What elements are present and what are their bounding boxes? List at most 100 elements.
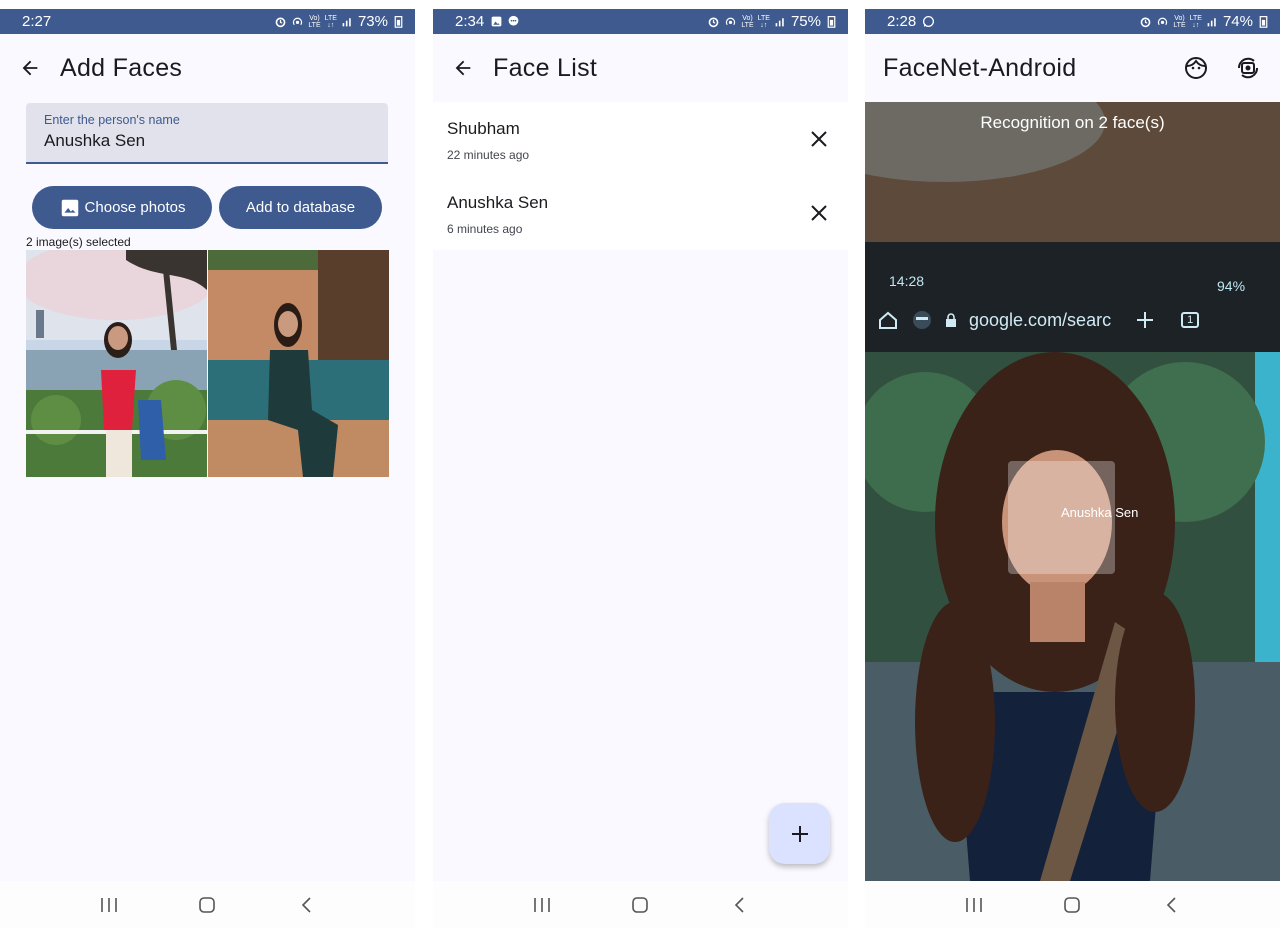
selected-photo-2	[208, 250, 389, 477]
alarm-icon	[708, 17, 719, 28]
home-button[interactable]	[1052, 885, 1092, 925]
status-bar: 2:34 Vo) LTE LTE ↓↑ 75%	[433, 9, 848, 34]
add-face-fab[interactable]	[769, 803, 830, 864]
choose-photos-label: Choose photos	[84, 199, 186, 216]
recognized-face-label: Anushka Sen	[1061, 505, 1139, 520]
status-time: 2:28	[887, 13, 917, 30]
message-icon	[508, 15, 519, 26]
inner-phone-status: 14:28	[889, 273, 924, 289]
switch-camera-button[interactable]	[1230, 50, 1266, 86]
recents-icon	[534, 897, 550, 912]
add-icon	[791, 825, 808, 842]
hotspot-icon	[726, 17, 736, 26]
face-name: Shubham	[447, 119, 520, 138]
add-faces-screen: 2:27 Vo) LTE LTE ↓↑ 73% Add Faces Enter th…	[0, 9, 415, 928]
camera-switch-icon	[1237, 57, 1259, 79]
arrow-back-icon	[22, 60, 38, 76]
person-name-field[interactable]: Enter the person's name	[26, 103, 388, 164]
recent-apps-button[interactable]	[522, 885, 562, 925]
chevron-left-icon	[734, 896, 744, 913]
person-name-input[interactable]	[44, 131, 370, 151]
status-time: 2:27	[22, 13, 52, 30]
home-button[interactable]	[620, 885, 660, 925]
inner-phone-time: 14:28	[889, 273, 925, 289]
top-app-bar: Add Faces	[0, 34, 415, 102]
chevron-left-icon	[1166, 896, 1176, 913]
recents-icon	[966, 897, 982, 912]
volte-icon: Vo) LTE	[1173, 14, 1186, 29]
inner-browser-bar: google.com/searc 1	[877, 302, 1267, 338]
status-time: 2:34	[455, 13, 485, 30]
photo-woman-poolside	[208, 250, 389, 477]
alarm-icon	[275, 17, 286, 28]
home-icon	[632, 896, 649, 913]
recents-icon	[101, 897, 117, 912]
list-item[interactable]: Shubham 22 minutes ago	[433, 102, 848, 176]
nav-back-button[interactable]	[1151, 885, 1191, 925]
face-added-time: 22 minutes ago	[447, 148, 530, 162]
page-title: FaceNet-Android	[883, 53, 1077, 82]
face-list-screen: 2:34 Vo) LTE LTE ↓↑ 75% Face List Shubham …	[433, 9, 848, 928]
battery-icon	[1259, 16, 1268, 28]
image-icon	[61, 199, 78, 216]
signal-icon	[1207, 18, 1216, 27]
recent-apps-button[interactable]	[89, 885, 129, 925]
add-to-database-label: Add to database	[245, 199, 356, 216]
home-button[interactable]	[187, 885, 227, 925]
home-icon	[1064, 896, 1081, 913]
add-to-database-button[interactable]: Add to database	[219, 186, 382, 229]
battery-icon	[394, 16, 403, 28]
hotspot-icon	[293, 17, 303, 26]
selected-count: 2 image(s) selected	[26, 235, 131, 249]
inner-url: google.com/searc	[969, 309, 1112, 330]
delete-face-button[interactable]	[804, 198, 834, 228]
status-icons: Vo) LTE LTE ↓↑ 74%	[1139, 13, 1280, 30]
notification-icons	[490, 15, 520, 28]
face-name: Anushka Sen	[447, 193, 549, 212]
photo-woman-red-top	[26, 250, 207, 477]
recognition-status: Recognition on 2 face(s)	[980, 113, 1165, 132]
signal-icon	[342, 18, 351, 27]
close-icon	[811, 205, 827, 221]
lte-icon: LTE ↓↑	[324, 14, 337, 29]
status-bar: 2:27 Vo) LTE LTE ↓↑ 73%	[0, 9, 415, 34]
system-nav-bar	[433, 881, 848, 928]
alarm-icon	[1140, 17, 1151, 28]
choose-photos-button[interactable]: Choose photos	[32, 186, 212, 229]
volte-icon: Vo) LTE	[741, 14, 754, 29]
top-app-bar: FaceNet-Android	[865, 34, 1280, 102]
page-title: Face List	[493, 53, 598, 82]
system-nav-bar	[865, 881, 1280, 928]
status-icons: Vo) LTE LTE ↓↑ 75%	[707, 13, 848, 30]
system-nav-bar	[0, 881, 415, 928]
status-bar: 2:28 Vo) LTE LTE ↓↑ 74%	[865, 9, 1280, 34]
face-list-button[interactable]	[1178, 50, 1214, 86]
close-icon	[811, 131, 827, 147]
arrow-back-icon	[455, 60, 471, 76]
back-button[interactable]	[433, 34, 493, 102]
recent-apps-button[interactable]	[954, 885, 994, 925]
gallery-icon	[491, 16, 502, 27]
lock-icon	[946, 313, 956, 327]
face-icon	[1185, 57, 1207, 79]
delete-face-button[interactable]	[804, 124, 834, 154]
nav-back-button[interactable]	[286, 885, 326, 925]
battery-percent: 75%	[790, 13, 821, 30]
selected-photo-1	[26, 250, 207, 477]
nav-back-button[interactable]	[719, 885, 759, 925]
incognito-icon	[913, 311, 931, 329]
lte-icon: LTE ↓↑	[1189, 14, 1202, 29]
signal-icon	[775, 18, 784, 27]
back-button[interactable]	[0, 34, 60, 102]
volte-icon: Vo) LTE	[308, 14, 321, 29]
battery-percent: 73%	[357, 13, 388, 30]
notification-icons	[922, 15, 935, 28]
face-added-time: 6 minutes ago	[447, 222, 523, 236]
recognition-screen: 2:28 Vo)LTE LTE↓↑ 74% FaceNet-Android	[865, 9, 1280, 928]
inner-home-icon	[879, 311, 897, 329]
list-item[interactable]: Anushka Sen 6 minutes ago	[433, 176, 848, 250]
battery-icon	[827, 16, 836, 28]
hotspot-icon	[1158, 17, 1168, 26]
battery-percent: 74%	[1222, 13, 1253, 30]
inner-phone-battery-percent: 94%	[1217, 278, 1246, 294]
